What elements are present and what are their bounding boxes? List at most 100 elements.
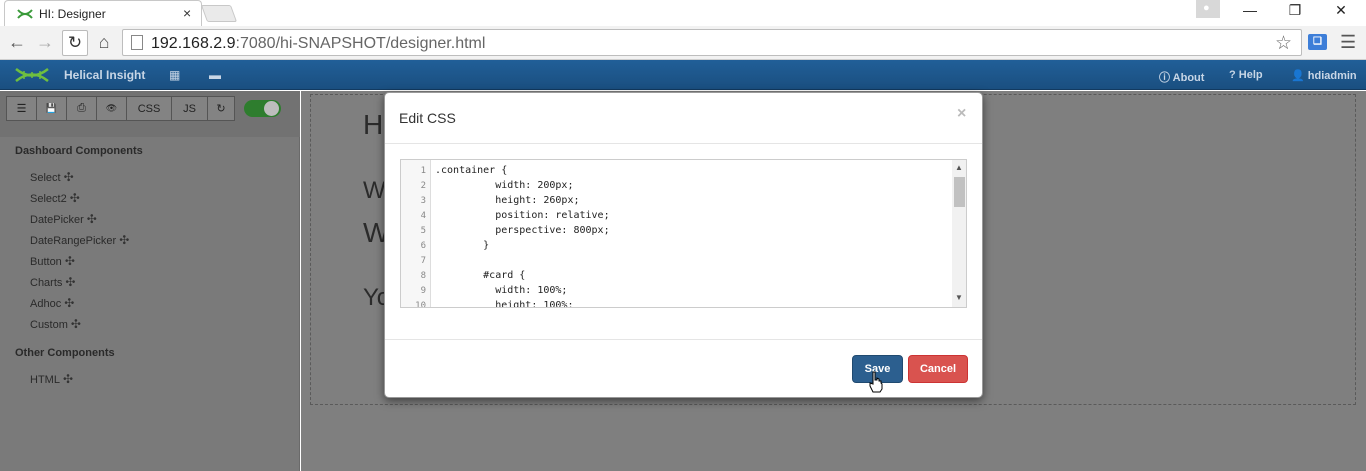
line-number: 3 [420, 196, 426, 206]
save-button[interactable]: 💾 [36, 96, 67, 121]
reload-icon[interactable]: ↻ [62, 30, 88, 56]
line-number: 2 [420, 181, 426, 191]
move-icon[interactable]: ✣ [63, 372, 73, 386]
code-line: #card { [435, 270, 526, 281]
line-number: 9 [420, 286, 426, 296]
browser-tabstrip: HI: Designer × ● — ❐ ✕ [0, 0, 1366, 26]
help-link[interactable]: ? Help [1229, 69, 1263, 81]
restore-button[interactable]: ❐ [1272, 2, 1318, 19]
extension-icon[interactable]: ❏ [1308, 34, 1327, 50]
user-menu[interactable]: 👤 hdiadmin [1291, 69, 1357, 82]
scroll-thumb[interactable] [954, 177, 965, 207]
home-icon[interactable]: ⌂ [93, 32, 115, 53]
new-tab-button[interactable] [200, 5, 238, 22]
grid-icon[interactable]: ▦ [169, 68, 180, 82]
edit-css-modal: Edit CSS × 1 2 3 4 5 6 7 8 9 10 .contain… [384, 92, 983, 398]
preview-button[interactable]: 👁 [96, 96, 127, 121]
component-button[interactable]: Button ✣ [30, 254, 75, 268]
divider [385, 143, 982, 144]
print-button[interactable]: ⎙ [66, 96, 97, 121]
browser-tab[interactable]: HI: Designer × [4, 0, 202, 26]
component-daterangepicker[interactable]: DateRangePicker ✣ [30, 233, 129, 247]
component-adhoc[interactable]: Adhoc ✣ [30, 296, 74, 310]
move-icon[interactable]: ✣ [70, 191, 80, 205]
component-custom[interactable]: Custom ✣ [30, 317, 81, 331]
page-icon [131, 35, 143, 50]
move-icon[interactable]: ✣ [65, 254, 75, 268]
forward-arrow-icon[interactable]: → [34, 32, 56, 53]
toolbar-button-group: ☰ 💾 ⎙ 👁 CSS JS ↻ [6, 96, 235, 121]
back-arrow-icon[interactable]: ← [6, 32, 28, 53]
list-button[interactable]: ☰ [6, 96, 37, 121]
helical-favicon-icon [17, 9, 33, 19]
brand-name[interactable]: Helical Insight [64, 68, 145, 82]
about-link[interactable]: ⓘ About [1159, 69, 1204, 85]
css-code-editor[interactable]: 1 2 3 4 5 6 7 8 9 10 .container { width:… [400, 159, 967, 308]
move-icon[interactable]: ✣ [119, 233, 129, 247]
code-line: height: 260px; [435, 195, 580, 206]
dashboard-components-heading: Dashboard Components [15, 145, 143, 157]
line-number: 4 [420, 211, 426, 221]
address-bar[interactable]: 192.168.2.9:7080/hi-SNAPSHOT/designer.ht… [122, 29, 1302, 56]
css-button[interactable]: CSS [126, 96, 172, 121]
line-number: 6 [420, 241, 426, 251]
window-close-button[interactable]: ✕ [1318, 2, 1364, 19]
line-number: 5 [420, 226, 426, 236]
toggle-knob [264, 101, 279, 116]
browser-toolbar: ← → ↻ ⌂ 192.168.2.9:7080/hi-SNAPSHOT/des… [0, 26, 1366, 60]
modal-close-icon[interactable]: × [957, 105, 966, 123]
divider [385, 339, 982, 340]
info-icon: ⓘ [1159, 72, 1173, 84]
line-number: 7 [420, 256, 426, 266]
url-text[interactable]: 192.168.2.9:7080/hi-SNAPSHOT/designer.ht… [151, 35, 485, 53]
cancel-button[interactable]: Cancel [908, 355, 968, 383]
print-icon: ⎙ [77, 102, 86, 114]
bookmark-star-icon[interactable]: ☆ [1275, 32, 1292, 55]
designer-toolbar: ☰ 💾 ⎙ 👁 CSS JS ↻ [0, 91, 300, 137]
minimize-button[interactable]: — [1227, 2, 1273, 18]
browser-menu-icon[interactable]: ☰ [1340, 32, 1356, 53]
component-html[interactable]: HTML ✣ [30, 372, 73, 386]
move-icon[interactable]: ✣ [71, 317, 81, 331]
refresh-button[interactable]: ↻ [207, 96, 235, 121]
move-icon[interactable]: ✣ [64, 296, 74, 310]
eye-icon: 👁 [105, 103, 118, 113]
scroll-down-icon[interactable]: ▼ [955, 293, 963, 302]
helical-logo-icon[interactable] [14, 66, 50, 84]
list-icon: ☰ [16, 103, 27, 115]
code-line: height: 100%; [435, 300, 574, 308]
component-select2[interactable]: Select2 ✣ [30, 191, 80, 205]
app-navbar: Helical Insight ▦ ▬ ⓘ About ? Help 👤 hdi… [0, 60, 1366, 90]
code-line: width: 100%; [435, 285, 568, 296]
mode-toggle[interactable] [244, 100, 281, 117]
modal-title: Edit CSS [399, 110, 456, 126]
component-select[interactable]: Select ✣ [30, 170, 74, 184]
code-line: } [435, 240, 490, 251]
tab-title: HI: Designer [39, 7, 106, 21]
components-sidebar: ☰ 💾 ⎙ 👁 CSS JS ↻ Dashboard Components Se… [0, 91, 300, 471]
user-icon: 👤 [1291, 70, 1308, 82]
move-icon[interactable]: ✣ [87, 212, 97, 226]
code-line: position: relative; [435, 210, 610, 221]
line-number: 8 [420, 271, 426, 281]
hand-cursor-icon [869, 371, 883, 393]
scroll-up-icon[interactable]: ▲ [955, 163, 963, 172]
other-components-heading: Other Components [15, 347, 115, 359]
question-icon: ? [1229, 69, 1239, 81]
move-icon[interactable]: ✣ [64, 170, 74, 184]
line-number-gutter: 1 2 3 4 5 6 7 8 9 10 [401, 160, 431, 307]
move-icon[interactable]: ✣ [65, 275, 75, 289]
code-line: .container { [435, 165, 508, 176]
refresh-icon: ↻ [216, 103, 226, 115]
window-user-icon[interactable]: ● [1196, 0, 1220, 18]
component-datepicker[interactable]: DatePicker ✣ [30, 212, 97, 226]
line-number: 1 [420, 166, 426, 176]
editor-scrollbar[interactable]: ▲ ▼ [952, 160, 966, 307]
tab-close-icon[interactable]: × [183, 5, 191, 21]
canvas-text-line: W [363, 177, 386, 204]
component-charts[interactable]: Charts ✣ [30, 275, 75, 289]
canvas-heading-text: H [363, 109, 384, 140]
js-button[interactable]: JS [171, 96, 208, 121]
folder-icon[interactable]: ▬ [209, 68, 221, 82]
line-number: 10 [415, 301, 426, 308]
